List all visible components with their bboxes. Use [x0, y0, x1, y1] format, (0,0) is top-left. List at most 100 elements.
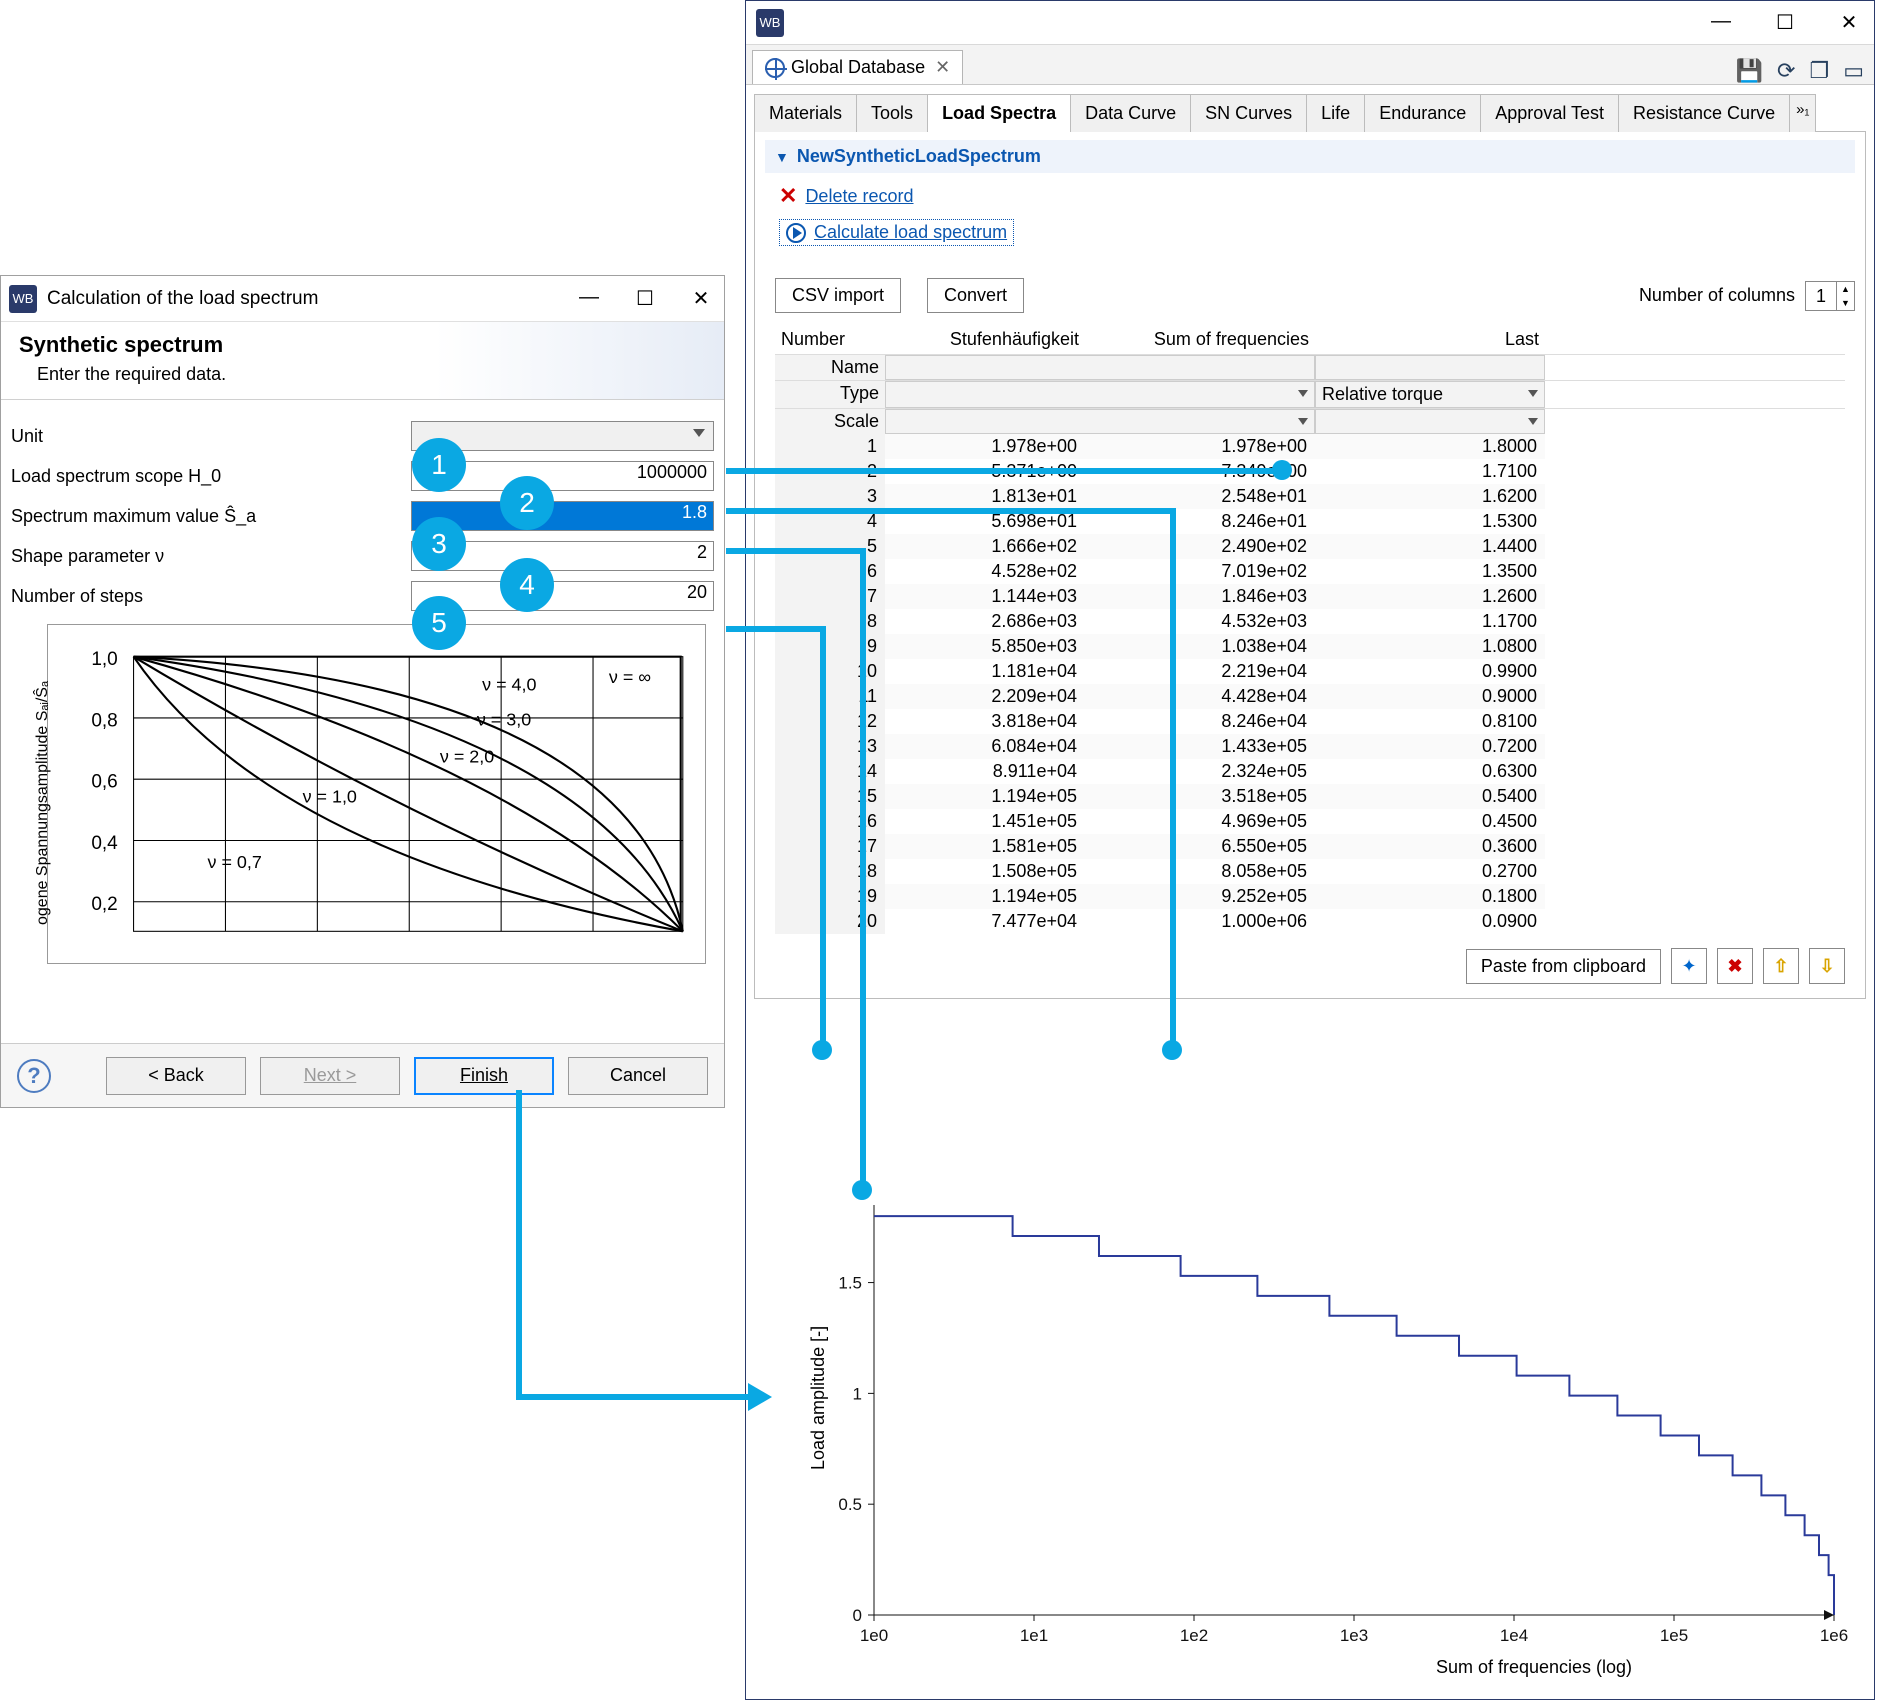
restore-icon[interactable]: ❐: [1809, 58, 1829, 84]
close-tab-icon[interactable]: ✕: [935, 57, 950, 78]
refresh-icon[interactable]: ⟳: [1777, 58, 1795, 84]
meta-name-cell[interactable]: [885, 355, 1315, 380]
table-row[interactable]: 64.528e+027.019e+021.3500: [775, 559, 1845, 584]
table-row[interactable]: 31.813e+012.548e+011.6200: [775, 484, 1845, 509]
tab-sn-curves[interactable]: SN Curves: [1190, 94, 1307, 132]
chevron-down-icon: [1298, 418, 1308, 425]
annotation-line: [1170, 508, 1176, 1048]
add-row-button[interactable]: ✦: [1671, 948, 1707, 984]
save-icon[interactable]: 💾: [1736, 58, 1763, 84]
svg-text:1e6: 1e6: [1820, 1626, 1848, 1645]
max-label: Spectrum maximum value Ŝ_a: [11, 506, 411, 527]
section-header[interactable]: ▼ NewSyntheticLoadSpectrum: [765, 140, 1855, 173]
tab-approval-test[interactable]: Approval Test: [1480, 94, 1619, 132]
tab-resistance-curve[interactable]: Resistance Curve: [1618, 94, 1790, 132]
scope-label: Load spectrum scope H_0: [11, 466, 411, 487]
meta-scale-select2[interactable]: [1315, 409, 1545, 434]
dialog-subheading: Enter the required data.: [37, 364, 706, 385]
grid-actionbar: Paste from clipboard ✦ ✖ ⇧ ⇩: [775, 948, 1845, 984]
table-row[interactable]: 11.978e+001.978e+001.8000: [775, 434, 1845, 459]
meta-name-cell2[interactable]: [1315, 355, 1545, 380]
table-row[interactable]: 101.181e+042.219e+040.9900: [775, 659, 1845, 684]
paste-clipboard-button[interactable]: Paste from clipboard: [1466, 949, 1661, 984]
maximize-icon[interactable]: ☐: [630, 286, 660, 311]
main-titlebar: WB — ☐ ✕: [746, 1, 1874, 45]
annotation-line: [860, 548, 866, 1188]
chevron-down-icon: [1298, 390, 1308, 397]
convert-button[interactable]: Convert: [927, 278, 1024, 313]
tab-endurance[interactable]: Endurance: [1364, 94, 1481, 132]
move-down-button[interactable]: ⇩: [1809, 948, 1845, 984]
svg-text:0,4: 0,4: [91, 833, 118, 854]
svg-text:0,2: 0,2: [91, 894, 117, 915]
svg-text:ν = 4,0: ν = 4,0: [482, 674, 536, 694]
table-row[interactable]: 161.451e+054.969e+050.4500: [775, 809, 1845, 834]
table-row[interactable]: 112.209e+044.428e+040.9000: [775, 684, 1845, 709]
maximize-icon[interactable]: ☐: [1770, 10, 1800, 35]
svg-text:1e3: 1e3: [1340, 1626, 1368, 1645]
table-row[interactable]: 123.818e+048.246e+040.8100: [775, 709, 1845, 734]
annotation-badge-2: 2: [500, 476, 554, 530]
file-tab-global-database[interactable]: Global Database ✕: [752, 50, 963, 84]
annotation-line: [726, 468, 1276, 474]
col-sumfreq: Sum of frequencies: [1085, 325, 1315, 354]
tab-load-spectra[interactable]: Load Spectra: [927, 94, 1071, 132]
num-columns-spinner[interactable]: 1 ▲▼: [1805, 281, 1855, 311]
svg-text:1: 1: [853, 1384, 862, 1403]
remove-row-button[interactable]: ✖: [1717, 948, 1753, 984]
unit-label: Unit: [11, 426, 411, 447]
file-tabbar: Global Database ✕ 💾 ⟳ ❐ ▭: [746, 45, 1874, 85]
table-row[interactable]: 181.508e+058.058e+050.2700: [775, 859, 1845, 884]
meta-type-label: Type: [775, 381, 885, 408]
minimize-icon[interactable]: —: [574, 286, 604, 311]
help-icon[interactable]: ?: [17, 1059, 51, 1093]
move-up-button[interactable]: ⇧: [1763, 948, 1799, 984]
table-row[interactable]: 82.686e+034.532e+031.1700: [775, 609, 1845, 634]
close-icon[interactable]: ✕: [686, 286, 716, 311]
table-row[interactable]: 51.666e+022.490e+021.4400: [775, 534, 1845, 559]
dialog-footer: ? < Back Next > Finish Cancel: [1, 1043, 724, 1107]
table-row[interactable]: 148.911e+042.324e+050.6300: [775, 759, 1845, 784]
curves-chart-ylabel: ogene Spannungsamplitude Sₐᵢ/Ŝₐ: [34, 681, 52, 925]
svg-text:1.5: 1.5: [838, 1274, 862, 1293]
table-row[interactable]: 207.477e+041.000e+060.0900: [775, 909, 1845, 934]
spinner-down-icon[interactable]: ▼: [1837, 296, 1854, 310]
load-spectrum-dialog: WB Calculation of the load spectrum — ☐ …: [0, 275, 725, 1108]
back-button[interactable]: < Back: [106, 1057, 246, 1095]
category-tabstrip: MaterialsToolsLoad SpectraData CurveSN C…: [754, 93, 1866, 132]
table-row[interactable]: 171.581e+056.550e+050.3600: [775, 834, 1845, 859]
app-icon: WB: [9, 285, 37, 313]
collapse-icon[interactable]: ▭: [1843, 58, 1864, 84]
delete-record-link[interactable]: Delete record: [805, 186, 913, 207]
meta-scale-label: Scale: [775, 409, 885, 434]
meta-type-select2[interactable]: Relative torque: [1315, 381, 1545, 408]
meta-type-select1[interactable]: [885, 381, 1315, 408]
calculate-link[interactable]: Calculate load spectrum: [814, 222, 1007, 243]
table-row[interactable]: 191.194e+059.252e+050.1800: [775, 884, 1845, 909]
tab-data-curve[interactable]: Data Curve: [1070, 94, 1191, 132]
cancel-button[interactable]: Cancel: [568, 1057, 708, 1095]
annotation-line: [726, 508, 1176, 514]
annotation-badge-3: 3: [412, 517, 466, 571]
csv-import-button[interactable]: CSV import: [775, 278, 901, 313]
tab-life[interactable]: Life: [1306, 94, 1365, 132]
svg-text:ν = ∞: ν = ∞: [609, 667, 651, 687]
minimize-icon[interactable]: —: [1706, 10, 1736, 35]
tab-tools[interactable]: Tools: [856, 94, 928, 132]
next-button: Next >: [260, 1057, 400, 1095]
tab-materials[interactable]: Materials: [754, 94, 857, 132]
table-row[interactable]: 136.084e+041.433e+050.7200: [775, 734, 1845, 759]
svg-text:ν = 0,7: ν = 0,7: [208, 852, 262, 872]
chevron-down-icon: [693, 429, 705, 437]
table-row[interactable]: 71.144e+031.846e+031.2600: [775, 584, 1845, 609]
close-icon[interactable]: ✕: [1834, 10, 1864, 35]
meta-scale-select1[interactable]: [885, 409, 1315, 434]
meta-type-value: Relative torque: [1322, 384, 1443, 404]
spinner-up-icon[interactable]: ▲: [1837, 282, 1854, 296]
tab-overflow[interactable]: »₁: [1789, 94, 1816, 132]
table-row[interactable]: 95.850e+031.038e+041.0800: [775, 634, 1845, 659]
dialog-titlebar: WB Calculation of the load spectrum — ☐ …: [1, 276, 724, 322]
table-row[interactable]: 151.194e+053.518e+050.5400: [775, 784, 1845, 809]
finish-button[interactable]: Finish: [414, 1057, 554, 1095]
globe-icon: [765, 58, 785, 78]
